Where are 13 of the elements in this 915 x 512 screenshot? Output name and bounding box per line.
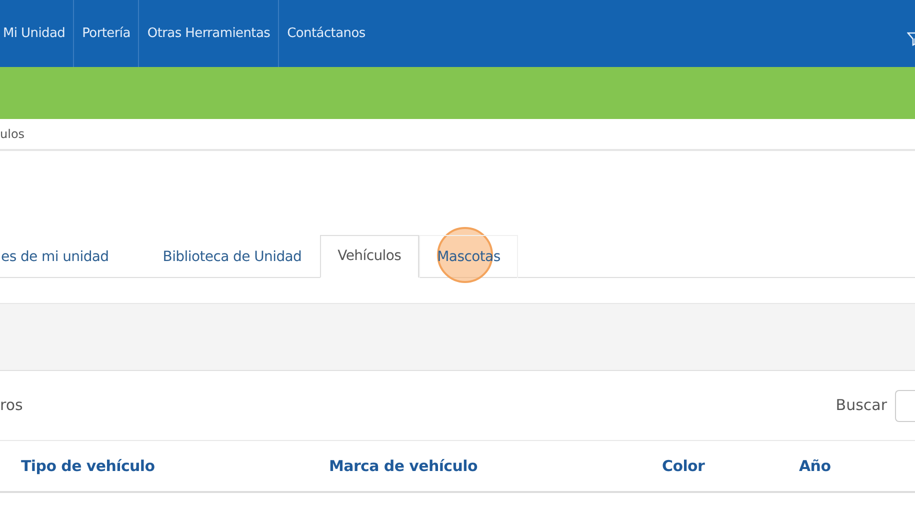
- search-label: Buscar: [836, 395, 887, 416]
- tab[interactable]: es de mi unidad: [0, 235, 127, 278]
- column-header[interactable]: Color: [662, 454, 705, 478]
- column-header[interactable]: Año: [799, 454, 831, 478]
- column-header[interactable]: Tipo de vehículo: [21, 454, 155, 478]
- breadcrumb-text: ulos: [0, 126, 25, 143]
- column-header[interactable]: Marca de vehículo: [329, 454, 478, 478]
- nav-link[interactable]: Mi Unidad: [0, 0, 74, 67]
- tab[interactable]: Biblioteca de Unidad: [144, 235, 320, 278]
- search-field[interactable]: [895, 390, 915, 422]
- tab[interactable]: Mascotas: [419, 235, 518, 278]
- tab[interactable]: Vehículos: [320, 235, 420, 278]
- length-text: ros: [0, 395, 23, 416]
